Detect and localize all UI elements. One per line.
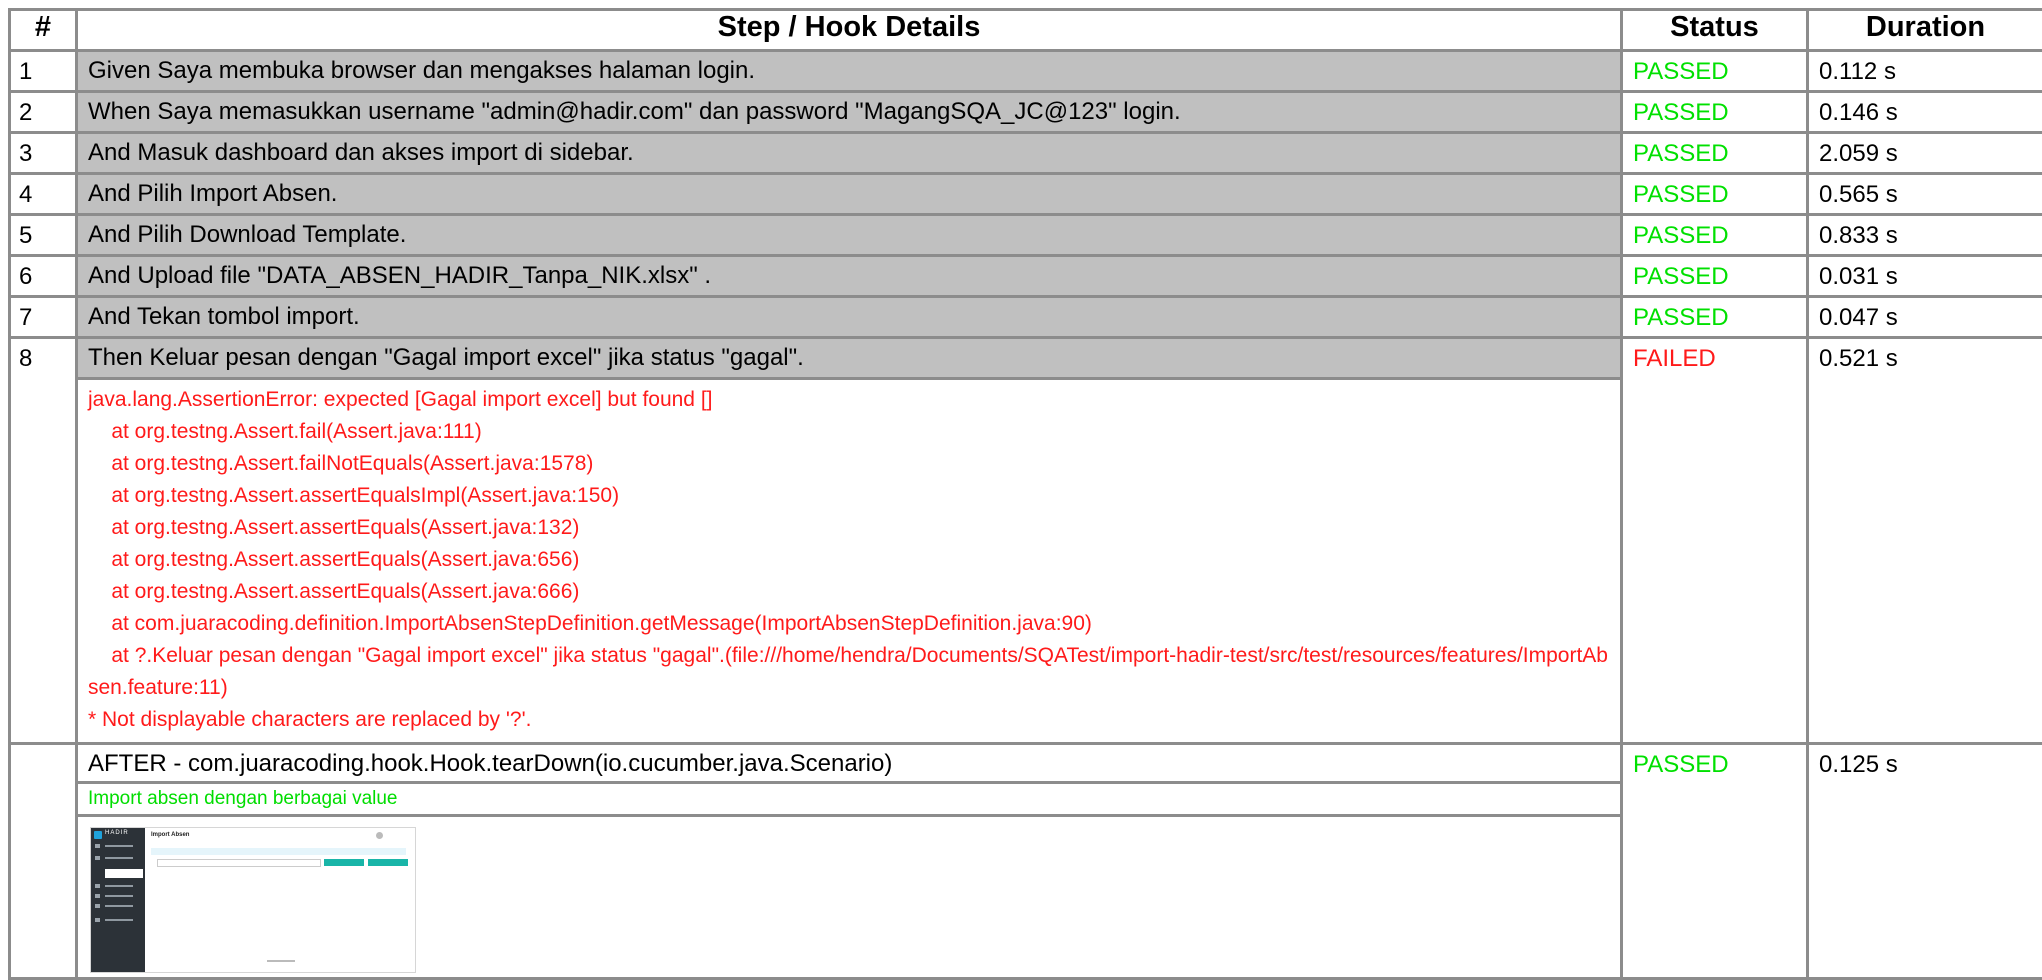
thumb-button [368, 859, 408, 866]
step-text: And Masuk dashboard dan akses import di … [78, 134, 1620, 172]
duration-value: 0.031 s [1808, 256, 2042, 297]
hook-number [10, 744, 77, 979]
hook-text: AFTER - com.juaracoding.hook.Hook.tearDo… [78, 745, 1620, 781]
step-text: And Upload file "DATA_ABSEN_HADIR_Tanpa_… [78, 257, 1620, 295]
report-table: # Step / Hook Details Status Duration 1 … [8, 8, 2042, 980]
thumb-button [324, 859, 364, 866]
error-line: at org.testng.Assert.assertEquals(Assert… [88, 576, 1612, 608]
hook-row: AFTER - com.juaracoding.hook.Hook.tearDo… [10, 744, 2042, 979]
error-line: at org.testng.Assert.assertEqualsImpl(As… [88, 480, 1612, 512]
thumb-menu-line [105, 919, 133, 921]
header-num: # [10, 10, 77, 51]
status-badge: PASSED [1622, 744, 1808, 979]
table-row-failed: 8 Then Keluar pesan dengan "Gagal import… [10, 338, 2042, 744]
step-number: 6 [10, 256, 77, 297]
header-duration: Duration [1808, 10, 2042, 51]
step-cell: And Pilih Download Template. [77, 215, 1622, 256]
step-number: 3 [10, 133, 77, 174]
step-cell: Given Saya membuka browser dan mengakses… [77, 51, 1622, 92]
thumb-footer [267, 960, 295, 962]
thumb-menu-line [105, 845, 133, 847]
duration-value: 0.565 s [1808, 174, 2042, 215]
users-icon [95, 856, 100, 860]
step-number: 4 [10, 174, 77, 215]
header-step: Step / Hook Details [77, 10, 1622, 51]
thumb-menu-line [105, 885, 133, 887]
screenshot-container: HADIR [78, 817, 1620, 977]
step-cell: And Pilih Import Absen. [77, 174, 1622, 215]
error-line: at org.testng.Assert.assertEquals(Assert… [88, 512, 1612, 544]
step-cell: And Masuk dashboard dan akses import di … [77, 133, 1622, 174]
thumb-breadcrumb-bar [151, 848, 406, 855]
error-stacktrace: java.lang.AssertionError: expected [Gaga… [78, 377, 1620, 742]
step-text: And Tekan tombol import. [78, 298, 1620, 336]
duration-value: 2.059 s [1808, 133, 2042, 174]
hook-output: Import absen dengan berbagai value [78, 781, 1620, 817]
thumb-page-title: Import Absen [151, 832, 189, 838]
menu-icon [95, 894, 100, 898]
status-badge: PASSED [1622, 215, 1808, 256]
hook-cell: AFTER - com.juaracoding.hook.Hook.tearDo… [77, 744, 1622, 979]
step-text: Then Keluar pesan dengan "Gagal import e… [78, 339, 1620, 377]
thumb-menu-line [105, 857, 133, 859]
menu-icon [95, 918, 100, 922]
duration-value: 0.125 s [1808, 744, 2042, 979]
error-line: java.lang.AssertionError: expected [Gaga… [88, 384, 1612, 416]
table-row: 6 And Upload file "DATA_ABSEN_HADIR_Tanp… [10, 256, 2042, 297]
status-badge: FAILED [1622, 338, 1808, 744]
status-badge: PASSED [1622, 92, 1808, 133]
thumb-file-input [157, 859, 321, 867]
duration-value: 0.047 s [1808, 297, 2042, 338]
status-badge: PASSED [1622, 174, 1808, 215]
table-row: 2 When Saya memasukkan username "admin@h… [10, 92, 2042, 133]
duration-value: 0.833 s [1808, 215, 2042, 256]
step-cell: Then Keluar pesan dengan "Gagal import e… [77, 338, 1622, 744]
step-number: 1 [10, 51, 77, 92]
logo-icon [94, 831, 102, 839]
error-note: * Not displayable characters are replace… [88, 704, 1612, 736]
status-badge: PASSED [1622, 297, 1808, 338]
step-text: When Saya memasukkan username "admin@had… [78, 93, 1620, 131]
step-text: And Pilih Import Absen. [78, 175, 1620, 213]
error-line: at ?.Keluar pesan dengan "Gagal import e… [88, 640, 1612, 704]
step-number: 2 [10, 92, 77, 133]
dashboard-icon [95, 844, 100, 848]
step-number: 5 [10, 215, 77, 256]
status-badge: PASSED [1622, 133, 1808, 174]
menu-icon [95, 904, 100, 908]
duration-value: 0.112 s [1808, 51, 2042, 92]
step-text: Given Saya membuka browser dan mengakses… [78, 52, 1620, 90]
step-cell: And Tekan tombol import. [77, 297, 1622, 338]
thumb-sidebar: HADIR [91, 828, 145, 972]
menu-icon [95, 884, 100, 888]
duration-value: 0.146 s [1808, 92, 2042, 133]
thumb-menu-line [105, 895, 133, 897]
header-status: Status [1622, 10, 1808, 51]
step-cell: And Upload file "DATA_ABSEN_HADIR_Tanpa_… [77, 256, 1622, 297]
thumb-brand: HADIR [105, 830, 129, 836]
thumb-menu-line [105, 905, 133, 907]
step-text: And Pilih Download Template. [78, 216, 1620, 254]
status-badge: PASSED [1622, 256, 1808, 297]
error-line: at com.juaracoding.definition.ImportAbse… [88, 608, 1612, 640]
error-line: at org.testng.Assert.assertEquals(Assert… [88, 544, 1612, 576]
avatar [376, 832, 383, 839]
step-cell: When Saya memasukkan username "admin@had… [77, 92, 1622, 133]
error-line: at org.testng.Assert.fail(Assert.java:11… [88, 416, 1612, 448]
table-row: 5 And Pilih Download Template. PASSED 0.… [10, 215, 2042, 256]
header-row: # Step / Hook Details Status Duration [10, 10, 2042, 51]
duration-value: 0.521 s [1808, 338, 2042, 744]
step-number: 8 [10, 338, 77, 744]
screenshot-thumbnail[interactable]: HADIR [90, 827, 416, 973]
thumb-active-item [105, 869, 143, 878]
error-line: at org.testng.Assert.failNotEquals(Asser… [88, 448, 1612, 480]
step-number: 7 [10, 297, 77, 338]
table-row: 1 Given Saya membuka browser dan mengaks… [10, 51, 2042, 92]
table-row: 4 And Pilih Import Absen. PASSED 0.565 s [10, 174, 2042, 215]
status-badge: PASSED [1622, 51, 1808, 92]
table-row: 7 And Tekan tombol import. PASSED 0.047 … [10, 297, 2042, 338]
table-row: 3 And Masuk dashboard dan akses import d… [10, 133, 2042, 174]
